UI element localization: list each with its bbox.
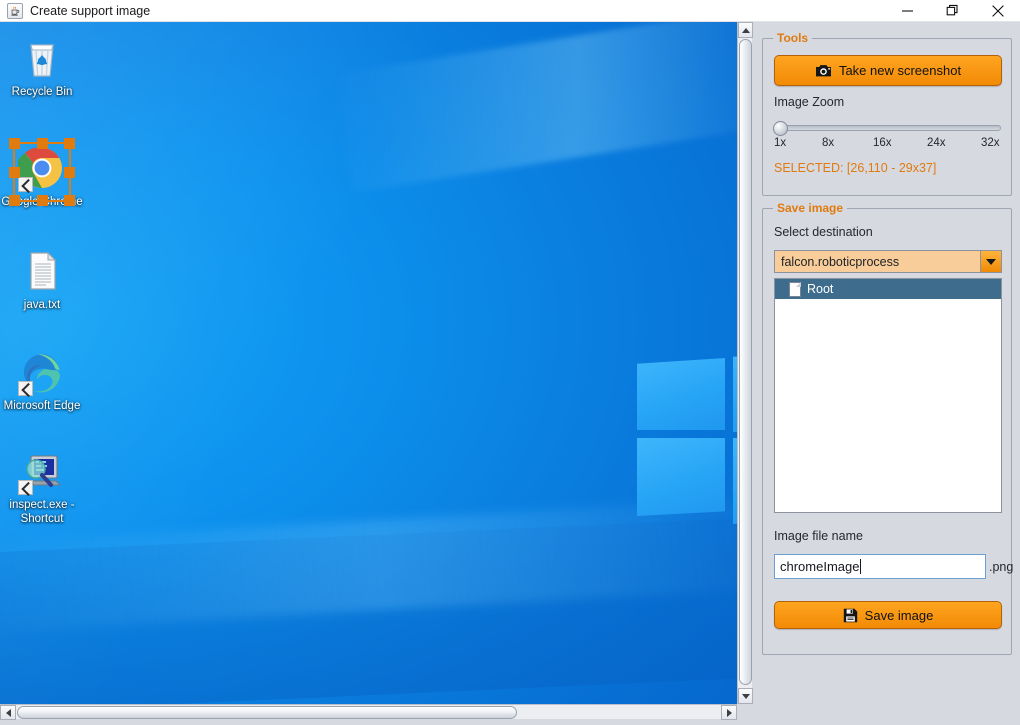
zoom-tick-32x: 32x <box>981 137 1000 149</box>
inspect-tool-icon <box>18 447 66 495</box>
desktop-icon-label: java.txt <box>0 299 84 313</box>
image-file-name-input[interactable]: chromeImage <box>774 554 986 579</box>
selection-info-text: SELECTED: [26,110 - 29x37] <box>774 161 936 175</box>
minimize-icon <box>901 4 914 17</box>
scroll-left-button[interactable] <box>0 705 16 720</box>
screenshot-canvas[interactable]: Recycle Bin Google Chrome <box>0 22 737 704</box>
maximize-button[interactable] <box>930 0 975 21</box>
save-image-group: Save image Select destination falcon.rob… <box>762 208 1012 655</box>
floppy-disk-icon <box>843 608 858 623</box>
desktop-wallpaper <box>0 22 737 704</box>
create-support-image-window: Create support image <box>0 0 1020 725</box>
zoom-tick-1x: 1x <box>774 137 786 149</box>
viewer-horizontal-scrollbar[interactable] <box>0 704 737 719</box>
zoom-tick-16x: 16x <box>873 137 892 149</box>
image-zoom-label: Image Zoom <box>774 95 844 109</box>
side-panel: Tools Take new screenshot Image Zoom 1x … <box>756 22 1020 725</box>
desktop-icon-label: Microsoft Edge <box>0 400 84 414</box>
destination-value: falcon.roboticprocess <box>775 255 899 269</box>
take-new-screenshot-label: Take new screenshot <box>839 63 961 78</box>
zoom-tick-8x: 8x <box>822 137 834 149</box>
viewer-vertical-scroll-thumb[interactable] <box>739 39 752 685</box>
desktop-icon-microsoft-edge[interactable]: Microsoft Edge <box>0 348 84 414</box>
zoom-tick-24x: 24x <box>927 137 946 149</box>
text-file-icon <box>18 247 66 295</box>
file-extension-label: .png <box>989 560 1013 574</box>
microsoft-edge-icon <box>18 348 66 396</box>
arrow-down-icon <box>742 694 750 699</box>
desktop-icon-label: inspect.exe - Shortcut <box>0 499 84 526</box>
scroll-right-button[interactable] <box>721 705 737 720</box>
save-image-label: Save image <box>865 608 934 623</box>
close-button[interactable] <box>975 0 1020 21</box>
arrow-right-icon <box>727 709 732 717</box>
scroll-down-button[interactable] <box>738 688 753 704</box>
viewer-horizontal-scroll-thumb[interactable] <box>17 706 517 719</box>
google-chrome-icon <box>18 144 66 192</box>
select-destination-label: Select destination <box>774 225 873 239</box>
destination-combobox[interactable]: falcon.roboticprocess <box>774 250 1002 273</box>
windows-logo-pane-top-left <box>637 358 725 430</box>
tree-item-label: Root <box>807 282 833 296</box>
wallpaper-light-sweep-top <box>333 22 737 193</box>
close-icon <box>991 4 1005 18</box>
desktop-icon-inspect-exe[interactable]: inspect.exe - Shortcut <box>0 447 84 526</box>
scroll-up-button[interactable] <box>738 22 753 38</box>
tools-group-title: Tools <box>773 31 812 45</box>
image-zoom-slider-track[interactable] <box>775 125 1001 131</box>
minimize-button[interactable] <box>885 0 930 21</box>
camera-icon <box>815 63 832 78</box>
image-file-name-label: Image file name <box>774 529 863 543</box>
desktop-icon-label: Google Chrome <box>0 196 84 210</box>
desktop-icon-label: Recycle Bin <box>0 86 84 100</box>
windows-logo-pane-bottom-left <box>637 438 725 516</box>
document-icon <box>789 282 801 297</box>
recycle-bin-icon <box>18 34 66 82</box>
desktop-icon-java-txt[interactable]: java.txt <box>0 247 84 313</box>
restore-icon <box>946 4 959 17</box>
screenshot-viewer[interactable]: Recycle Bin Google Chrome <box>0 22 752 725</box>
shortcut-overlay-icon <box>18 381 33 396</box>
tools-group: Tools Take new screenshot Image Zoom 1x … <box>762 38 1012 196</box>
shortcut-overlay-icon <box>18 480 33 495</box>
arrow-up-icon <box>742 28 750 33</box>
chevron-down-icon[interactable] <box>980 251 1001 272</box>
window-title: Create support image <box>30 2 150 20</box>
save-image-button[interactable]: Save image <box>774 601 1002 629</box>
desktop-icon-google-chrome[interactable]: Google Chrome <box>0 144 84 210</box>
java-coffee-cup-icon <box>7 3 23 19</box>
save-image-group-title: Save image <box>773 201 847 215</box>
tree-item-root[interactable]: Root <box>775 279 1001 299</box>
desktop-icon-recycle-bin[interactable]: Recycle Bin <box>0 34 84 100</box>
destination-tree[interactable]: Root <box>774 278 1002 513</box>
take-new-screenshot-button[interactable]: Take new screenshot <box>774 55 1002 86</box>
text-caret <box>860 559 861 574</box>
arrow-left-icon <box>6 709 11 717</box>
image-file-name-value: chromeImage <box>780 559 859 574</box>
image-zoom-slider-knob[interactable] <box>773 121 788 136</box>
title-bar: Create support image <box>0 0 1020 22</box>
shortcut-overlay-icon <box>18 177 33 192</box>
viewer-vertical-scrollbar[interactable] <box>737 22 752 704</box>
